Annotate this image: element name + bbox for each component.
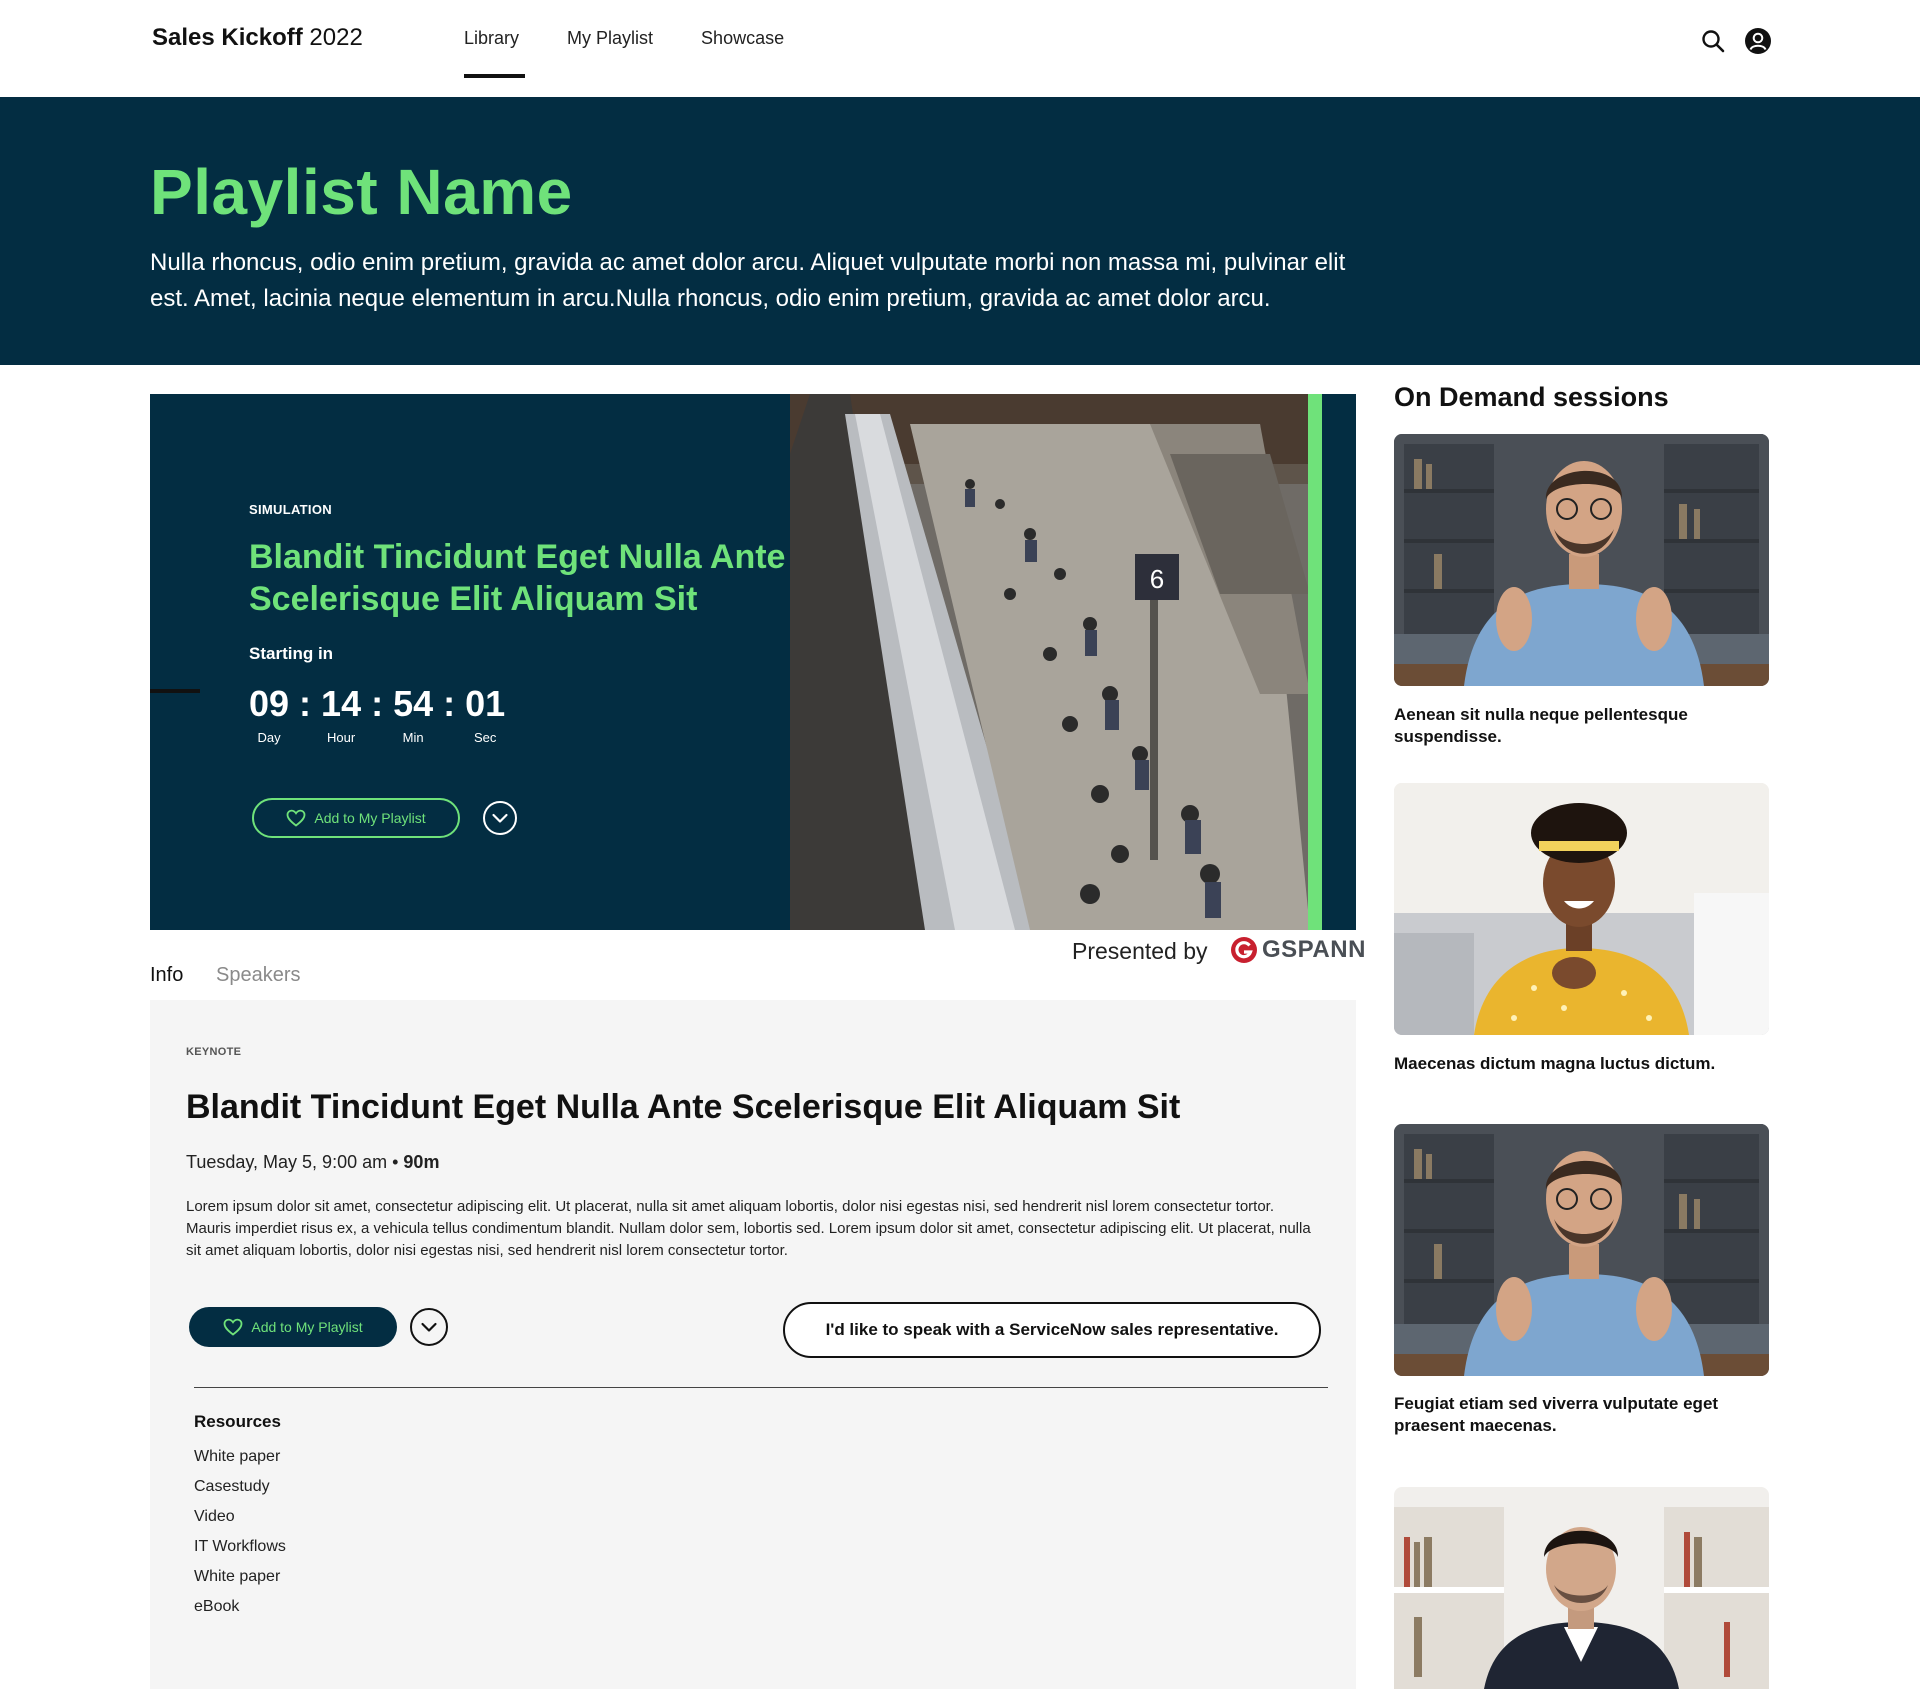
top-navigation-bar: Sales Kickoff 2022 Library My Playlist S…: [0, 0, 1920, 97]
on-demand-heading: On Demand sessions: [1394, 382, 1669, 412]
session-thumbnail[interactable]: [1394, 783, 1769, 1035]
sponsor-name: GSPANN: [1262, 936, 1366, 963]
divider: [194, 1387, 1328, 1388]
chevron-down-icon[interactable]: [480, 800, 520, 836]
contact-sales-button[interactable]: I'd like to speak with a ServiceNow sale…: [783, 1302, 1321, 1358]
playlist-hero: Playlist Name Nulla rhoncus, odio enim p…: [0, 97, 1920, 365]
starting-in-label: Starting in: [249, 644, 334, 663]
sponsor-logo: GSPANN: [1230, 936, 1366, 964]
session-date: Tuesday, May 5, 9:00 am •: [186, 1152, 399, 1172]
countdown-label: Day: [257, 730, 281, 745]
carousel-indicator: [150, 689, 200, 693]
session-thumbnail[interactable]: [1394, 1124, 1769, 1376]
countdown-value: 14: [321, 683, 362, 724]
chevron-down-icon[interactable]: [409, 1307, 449, 1347]
add-to-playlist-label: Add to My Playlist: [251, 1319, 363, 1335]
countdown-min: 54 Min: [393, 683, 434, 746]
resource-link[interactable]: Casestudy: [194, 1476, 286, 1506]
countdown-separator: :: [443, 683, 456, 724]
session-type: KEYNOTE: [186, 1046, 242, 1058]
gspann-logo-icon: [1231, 937, 1257, 963]
resource-link[interactable]: Video: [194, 1506, 286, 1536]
playlist-description: Nulla rhoncus, odio enim pretium, gravid…: [150, 249, 1346, 312]
resource-link[interactable]: White paper: [194, 1446, 286, 1476]
nav-item-library[interactable]: Library: [464, 0, 526, 97]
add-to-playlist-label: Add to My Playlist: [314, 810, 426, 826]
heart-icon: [223, 1318, 243, 1336]
featured-session-card: SIMULATION Blandit Tincidunt Eget Nulla …: [150, 394, 1356, 930]
featured-session-title[interactable]: Blandit Tincidunt Eget Nulla Ante Sceler…: [249, 536, 789, 620]
session-caption[interactable]: Maecenas dictum magna luctus dictum.: [1394, 1053, 1754, 1075]
add-to-playlist-button[interactable]: Add to My Playlist: [189, 1307, 397, 1347]
playlist-title: Playlist Name: [150, 156, 573, 228]
add-to-playlist-button[interactable]: Add to My Playlist: [252, 798, 460, 838]
resource-link[interactable]: White paper: [194, 1566, 286, 1596]
countdown-day: 09 Day: [249, 683, 290, 746]
countdown-value: 09: [249, 683, 290, 724]
countdown-separator: :: [299, 683, 312, 724]
session-category: SIMULATION: [249, 502, 332, 517]
main-nav: Library My Playlist Showcase: [464, 0, 832, 97]
train-station-photo: 6: [790, 394, 1356, 930]
presented-by-label: Presented by: [1072, 938, 1208, 964]
resources-list: White paper Casestudy Video IT Workflows…: [194, 1446, 286, 1626]
countdown-separator: :: [371, 683, 384, 724]
brand-year: 2022: [309, 24, 363, 51]
countdown-label: Sec: [473, 730, 497, 745]
resources-heading: Resources: [194, 1412, 281, 1431]
session-thumbnail[interactable]: [1394, 1487, 1769, 1689]
session-info-panel: KEYNOTE Blandit Tincidunt Eget Nulla Ant…: [150, 1000, 1356, 1689]
countdown-value: 01: [465, 683, 506, 724]
nav-item-my-playlist[interactable]: My Playlist: [567, 0, 653, 97]
countdown-label: Min: [402, 730, 424, 745]
brand-title[interactable]: Sales Kickoff 2022: [152, 24, 363, 52]
search-icon[interactable]: [1700, 28, 1726, 54]
session-description: Lorem ipsum dolor sit amet, consectetur …: [186, 1198, 1311, 1259]
resource-link[interactable]: IT Workflows: [194, 1536, 286, 1566]
session-thumbnail[interactable]: [1394, 434, 1769, 686]
tab-info[interactable]: Info: [150, 964, 183, 987]
countdown-timer: 09 Day : 14 Hour : 54 Min : 01 Sec: [249, 683, 506, 746]
platform-number: 6: [1150, 564, 1164, 594]
countdown-sec: 01 Sec: [465, 683, 506, 746]
user-account-icon[interactable]: [1744, 27, 1772, 55]
heart-icon: [286, 809, 306, 827]
session-caption[interactable]: Feugiat etiam sed viverra vulputate eget…: [1394, 1393, 1754, 1437]
session-caption[interactable]: Aenean sit nulla neque pellentesque susp…: [1394, 704, 1754, 748]
session-duration: 90m: [403, 1152, 440, 1172]
tab-speakers[interactable]: Speakers: [216, 964, 301, 987]
session-datetime: Tuesday, May 5, 9:00 am • 90m: [186, 1152, 439, 1173]
countdown-value: 54: [393, 683, 434, 724]
countdown-label: Hour: [326, 730, 356, 745]
session-title: Blandit Tincidunt Eget Nulla Ante Sceler…: [186, 1088, 1181, 1126]
brand-name: Sales Kickoff: [152, 24, 303, 51]
nav-item-showcase[interactable]: Showcase: [701, 0, 784, 97]
resource-link[interactable]: eBook: [194, 1596, 286, 1626]
countdown-hour: 14 Hour: [321, 683, 362, 746]
